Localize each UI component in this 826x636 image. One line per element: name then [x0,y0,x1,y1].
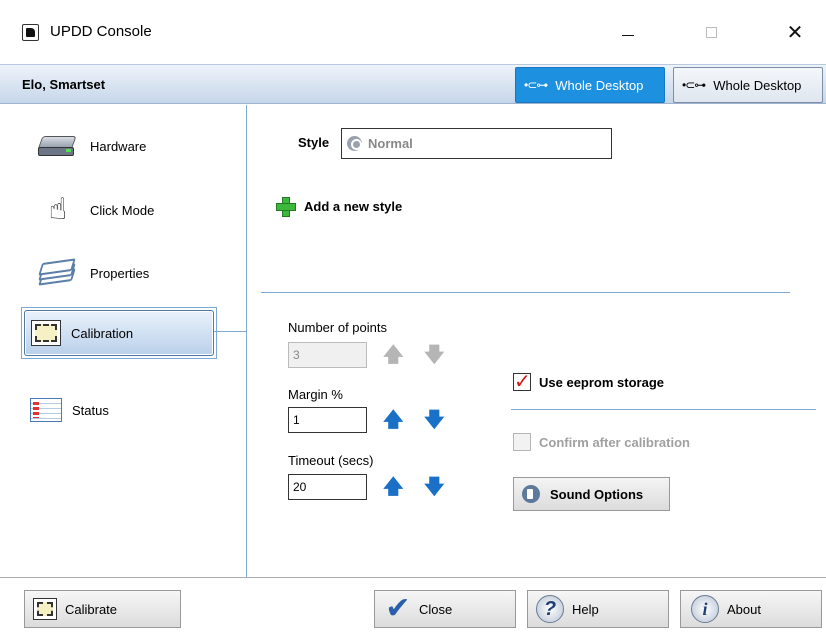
hardware-icon [36,130,80,162]
usb-icon: •⊂⊶ [524,78,548,92]
sidebar-item-label: Properties [90,265,150,281]
margin-down-arrow-icon[interactable]: 🡇 [424,409,445,431]
whole-desktop-button[interactable]: •⊂⊶ Whole Desktop [673,67,823,103]
sidebar-item-status[interactable]: Status [24,387,214,433]
add-style-button[interactable]: Add a new style [276,197,403,217]
sidebar-item-label: Hardware [90,138,147,154]
margin-up-arrow-icon[interactable]: 🡅 [383,409,404,431]
points-input[interactable]: 3 [288,342,367,368]
title-bar: UPDD Console ✕ [0,0,826,64]
checkmark-icon: ✔ [385,592,411,625]
calibrate-button[interactable]: Calibrate [24,590,181,628]
hand-pointer-icon: ☝ [48,193,68,226]
sound-options-label: Sound Options [550,486,644,502]
calibration-panel: Style Normal Add a new style Number of p… [248,105,826,577]
about-label: About [727,601,761,617]
timeout-up-arrow-icon[interactable]: 🡅 [383,476,404,498]
sidebar-item-label: Click Mode [90,202,155,218]
sidebar-item-click-mode[interactable]: ☝ Click Mode [24,187,214,233]
sidebar-item-label: Status [72,402,109,418]
info-icon: i [691,595,719,623]
whole-desktop-button-active[interactable]: •⊂⊶ Whole Desktop [515,67,665,103]
help-label: Help [572,601,599,617]
device-bar: Elo, Smartset •⊂⊶ Whole Desktop •⊂⊶ Whol… [0,64,826,104]
about-button[interactable]: i About [680,590,822,628]
app-icon [22,24,39,41]
add-style-label: Add a new style [304,198,403,214]
device-name: Elo, Smartset [22,77,106,92]
style-select[interactable]: Normal [341,128,612,159]
speaker-icon [522,485,540,503]
style-radio-icon [347,136,362,151]
help-button[interactable]: ? Help [527,590,669,628]
plus-icon [276,197,296,217]
close-label: Close [419,601,453,617]
points-label: Number of points [288,320,387,335]
sound-options-button[interactable]: Sound Options [513,477,670,511]
calibration-icon [33,598,57,620]
style-label: Style [298,135,330,150]
use-eeprom-checkbox[interactable]: ✓ Use eeprom storage [513,371,664,393]
layers-icon [36,257,80,289]
close-button[interactable]: ✔ Close [374,590,516,628]
usb-icon: •⊂⊶ [682,78,706,92]
use-eeprom-label: Use eeprom storage [539,374,664,390]
margin-label: Margin % [288,387,343,402]
timeout-down-arrow-icon[interactable]: 🡇 [424,476,445,498]
desktop-button-label: Whole Desktop [713,77,802,93]
calibrate-label: Calibrate [65,601,118,617]
sidebar: Hardware ☝ Click Mode Properties Calibra… [0,105,247,577]
minimize-icon [622,34,634,36]
timeout-label: Timeout (secs) [288,453,374,468]
points-down-arrow-icon[interactable]: 🡇 [424,344,445,366]
desktop-button-label: Whole Desktop [555,77,644,93]
divider [261,292,790,293]
sidebar-item-properties[interactable]: Properties [24,250,214,296]
footer: Calibrate ✔ Close ? Help i About [0,577,826,636]
sidebar-item-label: Calibration [71,325,134,341]
selection-connector [214,331,247,332]
timeout-input[interactable]: 20 [288,474,367,500]
style-value: Normal [368,136,413,151]
confirm-label: Confirm after calibration [539,434,690,450]
close-icon: ✕ [786,21,804,44]
close-window-button[interactable]: ✕ [772,14,818,50]
status-icon [30,398,62,422]
margin-input[interactable]: 1 [288,407,367,433]
minimize-button[interactable] [605,14,651,50]
divider [511,409,816,410]
confirm-after-calibration-checkbox[interactable]: Confirm after calibration [513,433,690,451]
window-title: UPDD Console [50,23,152,40]
checkmark-icon: ✓ [513,371,531,393]
maximize-icon [705,26,717,38]
sidebar-item-calibration[interactable]: Calibration [24,310,214,356]
points-up-arrow-icon[interactable]: 🡅 [383,344,404,366]
sidebar-item-hardware[interactable]: Hardware [24,123,214,169]
help-icon: ? [536,595,564,623]
checkbox-icon [513,433,531,451]
maximize-button[interactable] [688,14,734,50]
calibration-icon [31,320,61,346]
